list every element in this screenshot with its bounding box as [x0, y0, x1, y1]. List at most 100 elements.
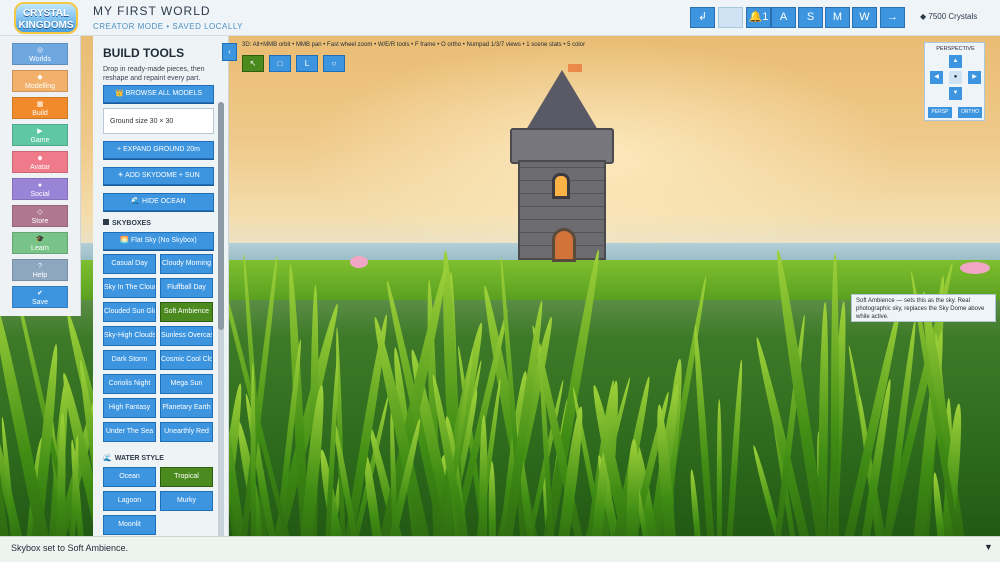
nav-learn-button[interactable]: 🎓 Learn: [12, 232, 68, 254]
perspective-title: PERSPECTIVE: [936, 46, 975, 52]
world-title: MY FIRST WORLD: [93, 4, 211, 18]
skyboxes-heading: SKYBOXES: [103, 219, 151, 227]
water-style-option[interactable]: Tropical: [160, 467, 213, 487]
skybox-option[interactable]: Sky-High Clouds: [103, 326, 156, 346]
skybox-option[interactable]: Dark Storm: [103, 350, 156, 370]
game-logo[interactable]: CRYSTAL KINGDOMS: [14, 2, 78, 34]
perspective-widget: PERSPECTIVE ▲ ◀ ● ▶ ▼ PERSP ORTHO: [924, 42, 985, 121]
nav-icon: ?: [38, 263, 42, 270]
view-right-arrow[interactable]: ▶: [968, 71, 981, 84]
stone-tower-model[interactable]: [510, 64, 616, 270]
browse-models-button[interactable]: 👑 BROWSE ALL MODELS: [103, 85, 214, 103]
undo-button[interactable]: ↲: [690, 7, 715, 28]
view-center[interactable]: ●: [949, 71, 962, 84]
nav-label: Build: [32, 110, 48, 117]
panel-title: BUILD TOOLS: [103, 46, 185, 60]
nav-icon: ▦: [36, 101, 44, 108]
persp-button[interactable]: PERSP: [928, 107, 952, 118]
view-left-arrow[interactable]: ◀: [930, 71, 943, 84]
nav-icon: ▶: [37, 128, 43, 135]
skybox-option[interactable]: Under The Sea: [103, 422, 156, 442]
water-style-title: WATER STYLE: [114, 455, 164, 462]
skybox-option[interactable]: Clouded Sun Glow: [103, 302, 156, 322]
m-button[interactable]: M: [825, 7, 850, 28]
nav-game-button[interactable]: ▶ Game: [12, 124, 68, 146]
water-style-option[interactable]: Lagoon: [103, 491, 156, 511]
nav-worlds-button[interactable]: ◎ Worlds: [12, 43, 68, 65]
box-tool-icon[interactable]: □: [269, 55, 291, 72]
s-button[interactable]: S: [798, 7, 823, 28]
skybox-option[interactable]: Cloudy Morning: [160, 254, 213, 274]
nav-save-button[interactable]: ✔ Save: [12, 286, 68, 308]
nav-avatar-button[interactable]: ☻ Avatar: [12, 151, 68, 173]
nav-icon: ☻: [36, 155, 44, 162]
blank-button[interactable]: [718, 7, 743, 28]
w-button[interactable]: W: [852, 7, 877, 28]
skybox-option[interactable]: Soft Ambience: [160, 302, 213, 322]
skybox-option[interactable]: Cosmic Cool Cloud: [160, 350, 213, 370]
tower-flag: [568, 64, 582, 72]
nav-label: Help: [32, 272, 48, 279]
circle-tool-icon[interactable]: ○: [323, 55, 345, 72]
skybox-option[interactable]: Casual Day: [103, 254, 156, 274]
flat-sky-button[interactable]: 🌅 Flat Sky (No Skybox): [103, 232, 214, 250]
skybox-option[interactable]: Sunless Overcast: [160, 326, 213, 346]
build-tools-panel: BUILD TOOLS Drop in ready-made pieces, t…: [93, 36, 229, 562]
ortho-button[interactable]: ORTHO: [958, 107, 982, 118]
view-up-arrow[interactable]: ▲: [949, 55, 962, 68]
nav-label: Save: [32, 299, 48, 306]
nav-icon: ◆: [37, 74, 43, 81]
status-message: Skybox set to Soft Ambience.: [11, 543, 129, 553]
flower-shrub: [350, 256, 368, 268]
a-button[interactable]: A: [771, 7, 796, 28]
nav-label: Game: [30, 137, 50, 144]
skybox-option[interactable]: Sky In The Clouds: [103, 278, 156, 298]
panel-scroll-thumb[interactable]: [218, 102, 224, 330]
notifications-button[interactable]: 🔔1: [746, 7, 771, 28]
left-navigation: ◎ Worlds ◆ Modelling ▦ Build ▶ Game ☻ Avatar ● Soci…: [0, 36, 81, 316]
panel-description: Drop in ready-made pieces, then reshape …: [103, 66, 205, 82]
water-style-option[interactable]: Moonlit: [103, 515, 156, 535]
nav-label: Store: [31, 218, 49, 225]
status-bar: Skybox set to Soft Ambience. ▼: [0, 536, 1000, 562]
world-subtitle: CREATOR MODE • SAVED LOCALLY: [93, 22, 244, 31]
next-button[interactable]: →: [880, 7, 905, 28]
skybox-option[interactable]: Coriolis Night: [103, 374, 156, 394]
skyboxes-title: SKYBOXES: [112, 220, 151, 227]
hide-ocean-button[interactable]: 🌊 HIDE OCEAN: [103, 193, 214, 211]
nav-build-button[interactable]: ▦ Build: [12, 97, 68, 119]
nav-label: Avatar: [29, 164, 51, 171]
skybox-option[interactable]: Fluffball Day: [160, 278, 213, 298]
water-style-option[interactable]: Ocean: [103, 467, 156, 487]
nav-store-button[interactable]: ◇ Store: [12, 205, 68, 227]
collapse-panel-button[interactable]: ‹: [222, 43, 237, 61]
add-skydome-button[interactable]: ☀ ADD SKYDOME + SUN: [103, 167, 214, 185]
water-style-heading: 🌊 WATER STYLE: [103, 455, 164, 462]
water-style-option[interactable]: Murky: [160, 491, 213, 511]
shortcut-help-line: 3D: Alt+MMB orbit • MMB pan • Fast wheel…: [242, 42, 586, 48]
nav-social-button[interactable]: ● Social: [12, 178, 68, 200]
panel-scrollbar[interactable]: [218, 102, 224, 550]
nav-help-button[interactable]: ? Help: [12, 259, 68, 281]
top-bar: CRYSTAL KINGDOMS MY FIRST WORLD CREATOR …: [0, 0, 1000, 36]
nav-label: Worlds: [29, 56, 51, 63]
nav-label: Modelling: [25, 83, 55, 90]
expand-ground-button[interactable]: + EXPAND GROUND 20m: [103, 141, 214, 159]
nav-icon: ◇: [37, 209, 43, 216]
crystal-balance: ◆ 7500 Crystals: [920, 12, 978, 21]
nav-modelling-button[interactable]: ◆ Modelling: [12, 70, 68, 92]
skybox-option[interactable]: Unearthly Red: [160, 422, 213, 442]
nav-icon: ✔: [37, 290, 43, 297]
skybox-option[interactable]: High Fantasy: [103, 398, 156, 418]
grass-blade: [725, 359, 745, 562]
skybox-option[interactable]: Mega Sun: [160, 374, 213, 394]
corner-tool-icon[interactable]: L: [296, 55, 318, 72]
status-collapse-icon[interactable]: ▼: [984, 542, 993, 552]
skybox-option[interactable]: Planetary Earth: [160, 398, 213, 418]
view-down-arrow[interactable]: ▼: [949, 87, 962, 100]
nav-icon: 🎓: [35, 236, 45, 243]
tower-window: [552, 173, 570, 199]
select-tool-icon[interactable]: ↖: [242, 55, 264, 72]
tower-crown: [510, 128, 614, 164]
ground-size-field[interactable]: Ground size 30 × 30: [103, 108, 214, 134]
